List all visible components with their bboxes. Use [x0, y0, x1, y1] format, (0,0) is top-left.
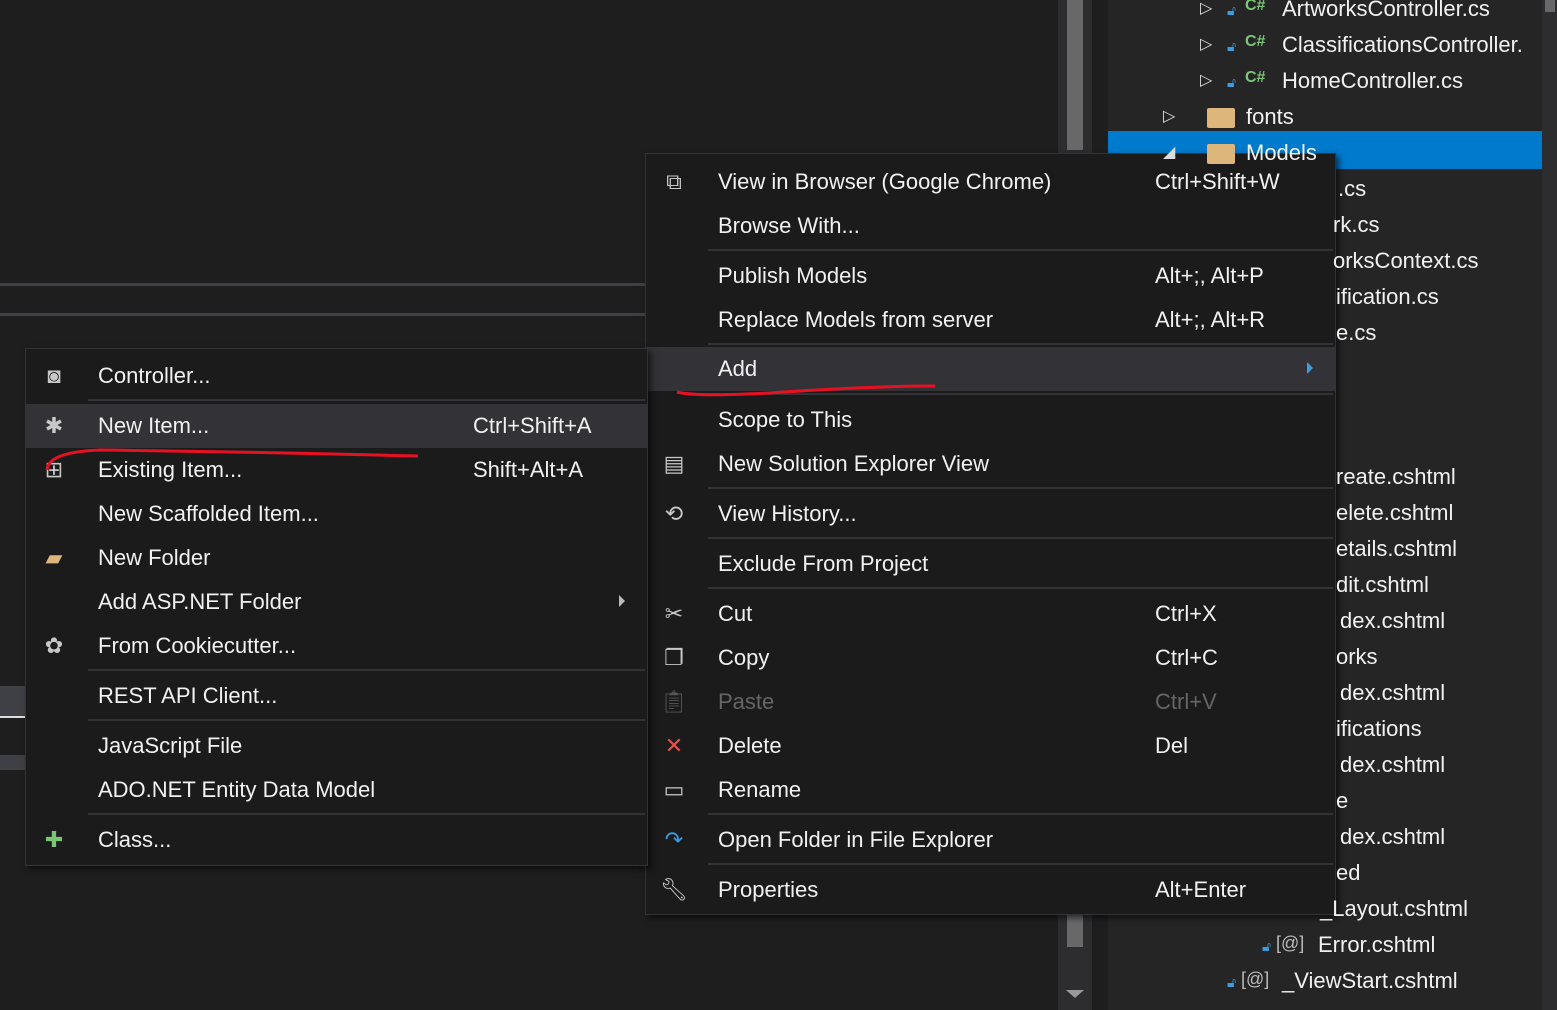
tree-item-label: _ViewStart.cshtml [1282, 968, 1458, 993]
expand-arrow-icon[interactable]: ▷ [1163, 99, 1175, 135]
tree-item[interactable]: .cs [1338, 171, 1366, 207]
folder-icon [1207, 108, 1235, 128]
tree-item[interactable]: ed [1336, 855, 1360, 891]
razor-file-icon: [@] [1276, 933, 1305, 953]
tree-item[interactable]: dit.cshtml [1336, 567, 1429, 603]
tree-item-label: ArtworksController.cs [1282, 0, 1490, 21]
tree-item[interactable]: ▷ 🔓︎ C# ArtworksController.cs [1200, 0, 1542, 27]
tree-item[interactable]: elete.cshtml [1336, 495, 1453, 531]
tree-item-label: Models [1246, 140, 1317, 165]
annotation-underline-new-item [45, 448, 419, 471]
tree-item[interactable]: e.cs [1336, 315, 1376, 351]
lock-icon: 🔓︎ [1227, 974, 1237, 990]
tree-item[interactable]: ifications [1336, 711, 1422, 747]
tree-item[interactable]: ▷ 🔓︎ C# HomeController.cs [1200, 63, 1542, 99]
tree-item[interactable]: dex.cshtml [1340, 747, 1445, 783]
tree-item[interactable]: ▷ 🔓︎ C# ClassificationsController. [1200, 27, 1542, 63]
tree-item[interactable]: rk.cs [1333, 207, 1379, 243]
tree-item[interactable]: dex.cshtml [1340, 675, 1445, 711]
expand-arrow-icon[interactable]: ◢ [1163, 135, 1175, 171]
lock-icon: 🔓︎ [1227, 2, 1237, 18]
tree-item-label: fonts [1246, 104, 1294, 129]
csharp-file-icon: C# [1245, 0, 1266, 14]
tree-item[interactable]: ification.cs [1336, 279, 1439, 315]
tree-item[interactable]: reate.cshtml [1336, 459, 1456, 495]
tree-item[interactable]: e [1336, 783, 1348, 819]
folder-icon [1207, 144, 1235, 164]
expand-arrow-icon[interactable]: ▷ [1200, 63, 1212, 99]
csharp-file-icon: C# [1245, 33, 1266, 50]
tree-item[interactable]: orks [1336, 639, 1378, 675]
tree-item[interactable]: etails.cshtml [1336, 531, 1457, 567]
tree-item[interactable]: _Layout.cshtml [1320, 891, 1468, 927]
tree-item-label: Error.cshtml [1318, 932, 1436, 957]
tree-item[interactable]: dex.cshtml [1340, 603, 1445, 639]
lock-icon: 🔓︎ [1227, 74, 1237, 90]
lock-icon: 🔓︎ [1227, 38, 1237, 54]
expand-arrow-icon[interactable]: ▷ [1200, 27, 1212, 63]
expand-arrow-icon[interactable]: ▷ [1200, 0, 1212, 27]
tree-item[interactable]: orksContext.cs [1333, 243, 1479, 279]
csharp-file-icon: C# [1245, 69, 1266, 86]
tree-item-label: ClassificationsController. [1282, 32, 1523, 57]
tree-item-label: HomeController.cs [1282, 68, 1463, 93]
tree-item[interactable]: ◢ Models [1163, 135, 1542, 171]
tree-item[interactable]: dex.cshtml [1340, 819, 1445, 855]
razor-file-icon: [@] [1241, 969, 1270, 989]
annotation-underline-add [676, 384, 936, 397]
lock-icon: 🔓︎ [1262, 938, 1272, 954]
tree-item[interactable]: ▷ fonts [1163, 99, 1542, 135]
